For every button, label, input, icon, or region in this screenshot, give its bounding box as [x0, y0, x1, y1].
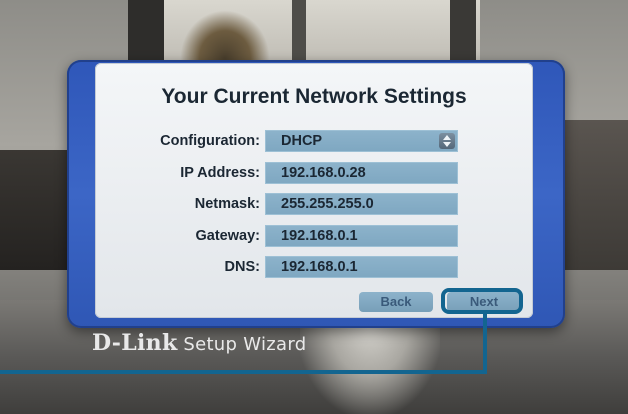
spinner-icon[interactable]: [439, 133, 455, 149]
row-ip-address: IP Address: 192.168.0.28: [95, 162, 533, 184]
netmask-label: Netmask:: [194, 196, 260, 212]
ip-address-label: IP Address:: [180, 165, 260, 181]
next-button-highlight: [441, 288, 523, 314]
callout-line-vertical: [483, 314, 487, 374]
dns-label: DNS:: [224, 259, 260, 275]
row-netmask: Netmask: 255.255.255.0: [95, 193, 533, 215]
gateway-field[interactable]: 192.168.0.1: [265, 225, 458, 247]
brand-footer: D-Link Setup Wizard: [92, 330, 306, 356]
netmask-value: 255.255.255.0: [281, 196, 374, 212]
callout-line-horizontal: [0, 370, 487, 374]
configuration-select[interactable]: DHCP: [265, 130, 458, 152]
page-title: Your Current Network Settings: [161, 85, 467, 108]
row-configuration: Configuration: DHCP: [95, 130, 533, 152]
d-link-logo: D-Link: [92, 330, 178, 356]
setup-wizard-label: Setup Wizard: [183, 334, 307, 355]
dns-field[interactable]: 192.168.0.1: [265, 256, 458, 278]
ip-address-field[interactable]: 192.168.0.28: [265, 162, 458, 184]
configuration-value: DHCP: [281, 133, 323, 149]
dns-value: 192.168.0.1: [281, 259, 358, 275]
row-gateway: Gateway: 192.168.0.1: [95, 225, 533, 247]
row-dns: DNS: 192.168.0.1: [95, 256, 533, 278]
gateway-value: 192.168.0.1: [281, 228, 358, 244]
configuration-label: Configuration:: [160, 133, 260, 149]
netmask-field[interactable]: 255.255.255.0: [265, 193, 458, 215]
back-button[interactable]: Back: [359, 292, 433, 312]
gateway-label: Gateway:: [195, 228, 260, 244]
ip-address-value: 192.168.0.28: [281, 165, 366, 181]
